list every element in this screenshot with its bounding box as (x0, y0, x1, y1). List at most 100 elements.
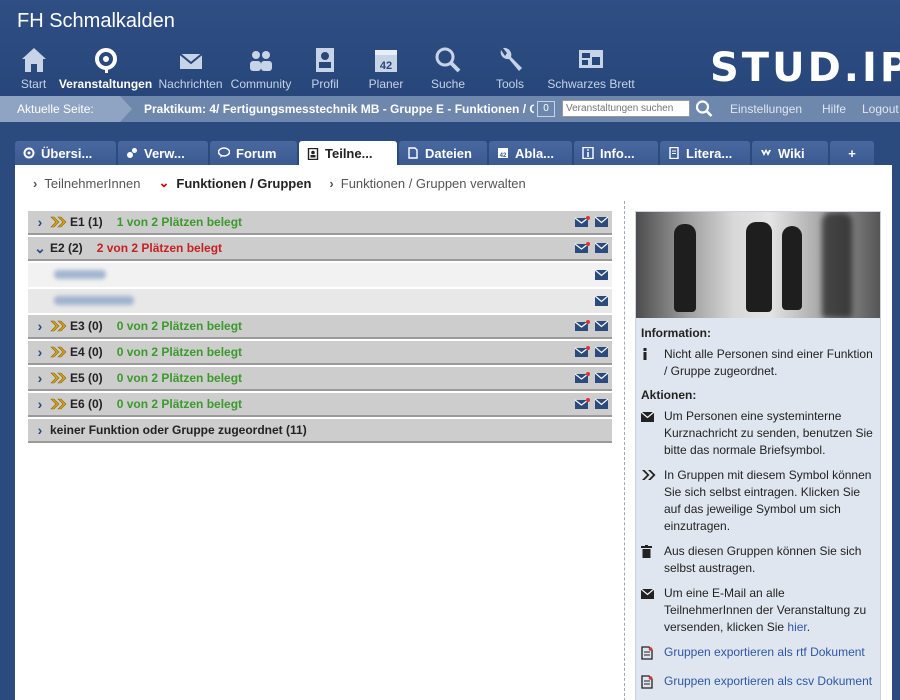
tab-participants[interactable]: Teilne... (299, 141, 397, 166)
export-csv-item[interactable]: Gruppen exportieren als csv Dokument (636, 673, 880, 694)
search-icon[interactable] (695, 99, 713, 119)
join-group-icon[interactable] (50, 215, 68, 229)
tab-admin[interactable]: Verw... (118, 141, 208, 165)
nav-label: Start (20, 77, 47, 91)
literature-icon (669, 147, 679, 159)
nav-label: Nachrichten (158, 77, 223, 91)
profile-icon (316, 48, 334, 72)
course-count-badge[interactable]: 0 (537, 101, 555, 117)
nav-start[interactable]: Start (10, 46, 57, 91)
member-row[interactable] (28, 263, 612, 287)
member-row[interactable] (28, 289, 612, 313)
tab-forum[interactable]: Forum (210, 141, 297, 165)
nav-community[interactable]: Community (227, 46, 295, 91)
chevron-right-icon[interactable]: › (30, 422, 50, 438)
column-divider (624, 201, 625, 700)
mail-icon (640, 411, 655, 422)
nav-label: Tools (495, 77, 524, 91)
tab-wiki[interactable]: Wiki (752, 141, 828, 165)
group-status: 0 von 2 Plätzen belegt (116, 345, 243, 359)
internal-message-icon[interactable] (575, 216, 590, 227)
email-icon[interactable] (594, 295, 609, 306)
join-group-icon[interactable] (50, 371, 68, 385)
internal-message-icon[interactable] (575, 346, 590, 357)
email-icon[interactable] (595, 216, 608, 227)
tab-literature[interactable]: Litera... (660, 141, 750, 165)
internal-message-icon[interactable] (575, 372, 590, 383)
group-status: 1 von 2 Plätzen belegt (116, 215, 243, 229)
sidebar-photo (636, 212, 880, 318)
location-bar: Aktuelle Seite: Praktikum: 4/ Fertigungs… (0, 96, 900, 122)
subnav-groups[interactable]: ⌄ Funktionen / Gruppen (158, 175, 311, 191)
chevron-down-icon[interactable]: ⌄ (30, 240, 50, 257)
chevron-right-icon[interactable]: › (30, 318, 50, 334)
nav-suche[interactable]: Suche (417, 46, 479, 91)
subnav-manage-groups[interactable]: › Funktionen / Gruppen verwalten (329, 175, 525, 191)
logout-link[interactable]: Logout (862, 102, 899, 116)
chevron-right-icon: › (329, 175, 334, 191)
member-name-redacted[interactable] (54, 270, 106, 279)
group-status: 0 von 2 Plätzen belegt (116, 319, 243, 333)
nav-profil[interactable]: Profil (295, 46, 355, 91)
email-icon[interactable] (594, 269, 609, 280)
chevron-right-icon[interactable]: › (30, 370, 50, 386)
info-icon (643, 348, 647, 360)
member-name-redacted[interactable] (54, 296, 134, 305)
course-search-input[interactable] (562, 100, 690, 117)
board-icon (579, 50, 603, 68)
nav-veranstaltungen[interactable]: Veranstaltungen (57, 46, 154, 91)
nav-label: Planer (368, 77, 404, 91)
chevron-right-icon[interactable]: › (30, 344, 50, 360)
email-all-link[interactable]: hier (787, 620, 806, 634)
main-content: › TeilnehmerInnen ⌄ Funktionen / Gruppen… (15, 165, 892, 700)
info-icon (582, 147, 594, 159)
group-row[interactable]: › E6 (0) 0 von 2 Plätzen belegt (28, 393, 612, 417)
chevron-right-icon[interactable]: › (30, 396, 50, 412)
chevron-right-icon: › (33, 175, 38, 191)
export-csv-link[interactable]: Gruppen exportieren als csv Dokument (664, 673, 872, 694)
email-icon[interactable] (595, 320, 608, 331)
tab-files[interactable]: Dateien (399, 141, 487, 165)
group-row[interactable]: › E3 (0) 0 von 2 Plätzen belegt (28, 315, 612, 339)
export-rtf-link[interactable]: Gruppen exportieren als rtf Dokument (664, 644, 865, 665)
actions-heading: Aktionen: (641, 388, 697, 402)
group-status: 2 von 2 Plätzen belegt (96, 241, 223, 255)
nav-nachrichten[interactable]: Nachrichten (154, 46, 227, 91)
tab-schedule[interactable]: 42 Abla... (489, 141, 572, 165)
unassigned-label: keiner Funktion oder Gruppe zugeordnet (… (50, 423, 307, 437)
calendar-icon: 42 (375, 50, 397, 72)
internal-message-icon[interactable] (575, 320, 590, 331)
tab-info[interactable]: Info... (574, 141, 658, 165)
tab-overview[interactable]: Übersi... (15, 141, 116, 165)
nav-planer[interactable]: 42 Planer (355, 46, 417, 91)
internal-message-icon[interactable] (575, 242, 590, 253)
community-icon (250, 51, 272, 71)
group-row[interactable]: › E5 (0) 0 von 2 Plätzen belegt (28, 367, 612, 391)
help-link[interactable]: Hilfe (822, 102, 846, 116)
join-group-icon[interactable] (50, 397, 68, 411)
nav-schwarzes-brett[interactable]: Schwarzes Brett (541, 46, 641, 91)
group-row[interactable]: › E4 (0) 0 von 2 Plätzen belegt (28, 341, 612, 365)
search-icon (435, 47, 461, 73)
course-tabs: Übersi... Verw... Forum Teilne... Dateie… (15, 141, 876, 166)
email-icon[interactable] (595, 346, 608, 357)
export-rtf-item[interactable]: Gruppen exportieren als rtf Dokument (636, 644, 880, 665)
email-icon[interactable] (595, 372, 608, 383)
chevron-right-icon[interactable]: › (30, 214, 50, 230)
tab-add[interactable]: + (830, 141, 874, 165)
unassigned-row[interactable]: › keiner Funktion oder Gruppe zugeordnet… (28, 419, 612, 443)
current-page-label: Aktuelle Seite: (17, 102, 94, 116)
group-row[interactable]: › E1 (1) 1 von 2 Plätzen belegt (28, 211, 612, 235)
current-course-title: Praktikum: 4/ Fertigungsmesstechnik MB -… (144, 102, 534, 116)
mail-icon (178, 53, 203, 69)
settings-link[interactable]: Einstellungen (730, 102, 802, 116)
internal-message-icon[interactable] (575, 398, 590, 409)
group-row[interactable]: ⌄ E2 (2) 2 von 2 Plätzen belegt (28, 237, 612, 261)
join-group-icon[interactable] (50, 319, 68, 333)
nav-tools[interactable]: Tools (479, 46, 541, 91)
join-group-icon[interactable] (50, 345, 68, 359)
email-icon[interactable] (595, 398, 608, 409)
email-icon[interactable] (595, 242, 608, 253)
house-icon (21, 48, 46, 72)
subnav-participants[interactable]: › TeilnehmerInnen (33, 175, 140, 191)
